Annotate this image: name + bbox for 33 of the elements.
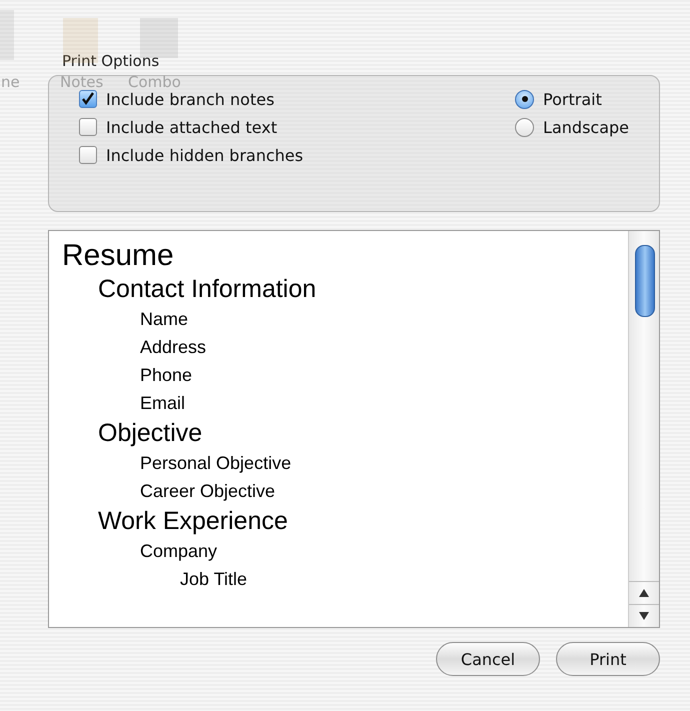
outline-item: Resume bbox=[62, 239, 175, 273]
checkbox-label: Include branch notes bbox=[106, 90, 274, 108]
checkbox[interactable] bbox=[79, 90, 97, 108]
radio-label: Landscape bbox=[543, 118, 629, 136]
radio-label: Portrait bbox=[543, 90, 602, 108]
group-title: Print Options bbox=[62, 52, 160, 70]
scrollbar[interactable] bbox=[628, 231, 659, 627]
outline-item: Company bbox=[140, 540, 218, 563]
outline-item: Name bbox=[140, 308, 190, 331]
toolbar-label: Notes bbox=[60, 73, 104, 91]
outline-item: Work Experience bbox=[98, 506, 289, 537]
radio-button[interactable] bbox=[515, 118, 534, 136]
print-button[interactable]: Print bbox=[556, 642, 660, 676]
outline-item: Address bbox=[140, 336, 208, 359]
radio-button[interactable] bbox=[515, 90, 534, 108]
outline-item: Personal Objective bbox=[140, 452, 292, 475]
checkmark-icon bbox=[81, 92, 95, 106]
outline-item: Career Objective bbox=[140, 480, 276, 503]
checkbox-label: Include hidden branches bbox=[106, 146, 304, 164]
checkbox[interactable] bbox=[79, 118, 97, 136]
outline-item: Job Title bbox=[180, 568, 248, 591]
scroll-thumb[interactable] bbox=[635, 245, 655, 317]
toolbar-label: Combo bbox=[128, 73, 181, 91]
checkbox[interactable] bbox=[79, 146, 97, 164]
outline-item: Phone bbox=[140, 364, 194, 387]
toolbar-label: ne bbox=[1, 73, 20, 91]
outline-item: Contact Information bbox=[98, 274, 318, 305]
checkbox-label: Include attached text bbox=[106, 118, 278, 136]
cancel-button[interactable]: Cancel bbox=[436, 642, 540, 676]
outline-item: Objective bbox=[98, 418, 204, 449]
up-arrow-icon bbox=[639, 589, 649, 597]
down-arrow-icon bbox=[639, 612, 649, 620]
outline-item: Email bbox=[140, 392, 186, 415]
